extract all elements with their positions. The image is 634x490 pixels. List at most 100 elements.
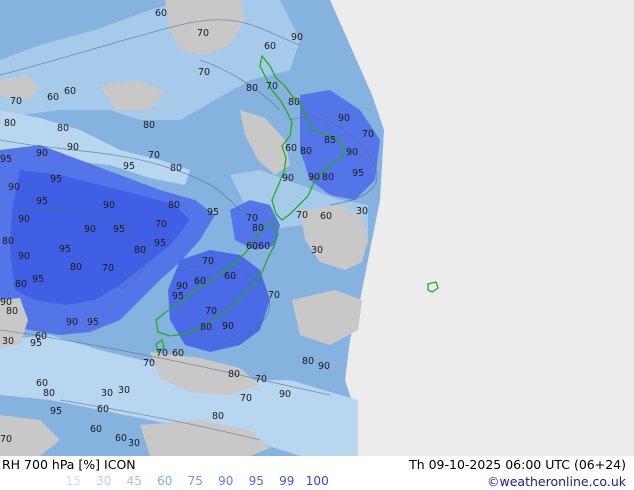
legend-level: 15 xyxy=(65,474,81,488)
legend-level: 75 xyxy=(187,474,203,488)
contour-label: 95 xyxy=(172,291,184,302)
contour-label: 80 xyxy=(168,200,180,211)
contour-label: 90 xyxy=(279,389,291,400)
contour-label: 30 xyxy=(118,385,130,396)
contour-label: 90 xyxy=(338,113,350,124)
contour-label: 60 xyxy=(35,331,47,342)
legend-level: 95 xyxy=(248,474,264,488)
contour-label: 80 xyxy=(200,322,212,333)
contour-label: 30 xyxy=(101,388,113,399)
contour-label: 70 xyxy=(266,81,278,92)
contour-label: 80 xyxy=(43,388,55,399)
contour-label: 70 xyxy=(143,358,155,369)
contour-label: 60 xyxy=(320,211,332,222)
contour-label: 95 xyxy=(123,161,135,172)
contour-label: 80 xyxy=(4,118,16,129)
contour-label: 70 xyxy=(240,393,252,404)
map-title: RH 700 hPa [%] ICON xyxy=(2,457,136,472)
contour-label: 70 xyxy=(156,348,168,359)
contour-label: 90 xyxy=(318,361,330,372)
contour-label: 60 xyxy=(155,8,167,19)
contour-label: 90 xyxy=(282,173,294,184)
contour-label: 80 xyxy=(246,83,258,94)
contour-label: 60 xyxy=(64,86,76,97)
contour-label: 80 xyxy=(212,411,224,422)
contour-label: 80 xyxy=(288,97,300,108)
contour-label: 80 xyxy=(134,245,146,256)
contour-label: 90 xyxy=(346,147,358,158)
contour-label: 95 xyxy=(154,238,166,249)
contour-label: 80 xyxy=(143,120,155,131)
contour-label: 80 xyxy=(228,369,240,380)
contour-label: 70 xyxy=(205,306,217,317)
contour-label: 80 xyxy=(252,223,264,234)
contour-label: 95 xyxy=(59,244,71,255)
contour-label: 80 xyxy=(170,163,182,174)
map-footer: RH 700 hPa [%] ICON Th 09-10-2025 06:00 … xyxy=(0,456,634,490)
contour-label: 95 xyxy=(36,196,48,207)
contour-label: 90 xyxy=(222,321,234,332)
contour-label: 70 xyxy=(202,256,214,267)
contour-label: 80 xyxy=(302,356,314,367)
legend-level: 90 xyxy=(218,474,234,488)
contour-label: 90 xyxy=(8,182,20,193)
contour-label: 95 xyxy=(32,274,44,285)
legend-level: 100 xyxy=(305,474,329,488)
contour-label: 30 xyxy=(128,438,140,449)
contour-label: 90 xyxy=(18,214,30,225)
contour-label: 90 xyxy=(103,200,115,211)
rh-700hpa-map: 60 70 90 60 70 80 70 60 60 70 80 80 90 7… xyxy=(0,0,634,456)
contour-label: 80 xyxy=(15,279,27,290)
weather-map-frame: 60 70 90 60 70 80 70 60 60 70 80 80 90 7… xyxy=(0,0,634,490)
valid-time: Th 09-10-2025 06:00 UTC (06+24) xyxy=(409,457,626,472)
contour-label: 30 xyxy=(311,245,323,256)
contour-label: 70 xyxy=(255,374,267,385)
contour-label: 90 xyxy=(67,142,79,153)
contour-label: 85 xyxy=(324,135,336,146)
contour-label: 60 xyxy=(264,41,276,52)
contour-label: 80 xyxy=(70,262,82,273)
contour-label: 70 xyxy=(268,290,280,301)
contour-label: 6060 xyxy=(246,241,270,252)
contour-label: 60 xyxy=(224,271,236,282)
contour-label: 60 xyxy=(285,143,297,154)
contour-label: 30 xyxy=(2,336,14,347)
contour-label: 95 xyxy=(0,154,12,165)
legend-level: 30 xyxy=(96,474,112,488)
contour-label: 70 xyxy=(148,150,160,161)
contour-label: 60 xyxy=(90,424,102,435)
legend-level: 45 xyxy=(126,474,142,488)
legend-level: 60 xyxy=(157,474,173,488)
contour-label: 60 xyxy=(194,276,206,287)
contour-label: 95 xyxy=(87,317,99,328)
contour-label: 70 xyxy=(102,263,114,274)
contour-label: 70 xyxy=(10,96,22,107)
color-legend: 15 30 45 60 75 90 95 99 100 xyxy=(58,474,333,488)
contour-label: 90 xyxy=(66,317,78,328)
contour-label: 80 xyxy=(6,306,18,317)
contour-label: 70 xyxy=(296,210,308,221)
contour-label: 90 xyxy=(308,172,320,183)
contour-label: 60 xyxy=(172,348,184,359)
contour-label: 95 xyxy=(207,207,219,218)
contour-label: 70 xyxy=(198,67,210,78)
contour-label: 90 xyxy=(84,224,96,235)
contour-label: 90 xyxy=(291,32,303,43)
contour-label: 70 xyxy=(155,219,167,230)
contour-label: 80 xyxy=(57,123,69,134)
contour-label: 90 xyxy=(36,148,48,159)
credit-link[interactable]: ©weatheronline.co.uk xyxy=(487,474,626,489)
contour-label: 80 xyxy=(2,236,14,247)
contour-label: 80 xyxy=(322,172,334,183)
contour-label: 95 xyxy=(50,174,62,185)
contour-label: 30 xyxy=(356,206,368,217)
contour-label: 80 xyxy=(300,146,312,157)
contour-label: 70 xyxy=(197,28,209,39)
contour-label: 95 xyxy=(352,168,364,179)
contour-label: 70 xyxy=(0,434,12,445)
contour-label: 95 xyxy=(50,406,62,417)
contour-label: 70 xyxy=(362,129,374,140)
contour-label: 60 xyxy=(97,404,109,415)
contour-label: 90 xyxy=(18,251,30,262)
legend-level: 99 xyxy=(279,474,295,488)
